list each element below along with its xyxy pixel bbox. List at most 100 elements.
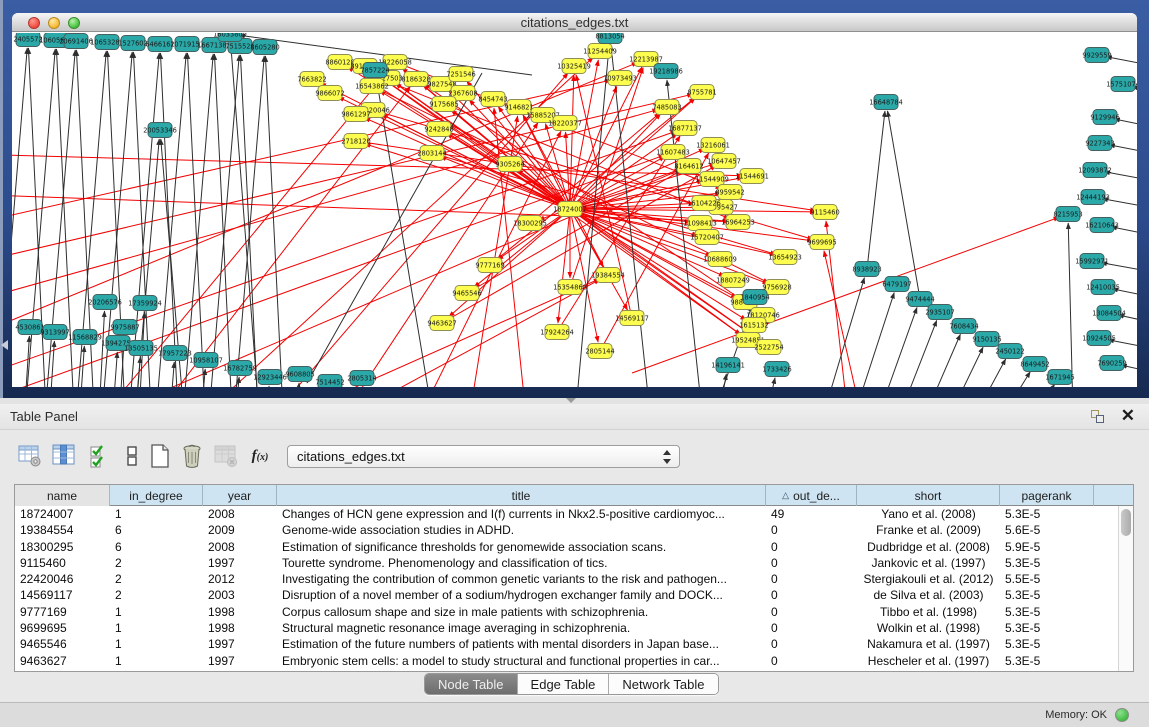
graph-node[interactable]: 17924264 <box>540 325 574 340</box>
graph-node[interactable]: 8959542 <box>715 185 744 200</box>
graph-node[interactable]: 15751074 <box>1106 77 1137 92</box>
graph-node[interactable]: 11098413 <box>683 216 717 231</box>
column-header-pagerank[interactable]: pagerank <box>1000 485 1094 506</box>
graph-node[interactable]: 9699695 <box>807 235 836 250</box>
graph-node[interactable]: 9975887 <box>110 320 139 335</box>
table-row[interactable]: 946554611997Estimation of the future num… <box>15 636 1118 652</box>
graph-node[interactable]: 15354868 <box>553 280 587 295</box>
graph-edge[interactable] <box>205 55 239 387</box>
table-selector-dropdown[interactable]: citations_edges.txt <box>287 445 680 468</box>
graph-node[interactable]: 18220377 <box>548 116 582 131</box>
graph-node[interactable]: 11607483 <box>656 145 690 160</box>
table-row[interactable]: 2242004622012Investigating the contribut… <box>15 571 1118 587</box>
graph-edge[interactable] <box>12 155 665 387</box>
graph-node[interactable]: 20053346 <box>143 123 177 138</box>
graph-edge[interactable] <box>187 53 207 387</box>
graph-node[interactable]: 19218986 <box>649 64 683 79</box>
graph-node[interactable]: 2935107 <box>925 305 954 320</box>
graph-node[interactable]: 2718120 <box>341 134 370 149</box>
graph-node[interactable]: 7514452 <box>315 375 344 388</box>
graph-edge[interactable] <box>307 73 482 383</box>
graph-node[interactable]: 8454743 <box>478 92 507 107</box>
graph-edge[interactable] <box>262 386 269 387</box>
function-builder-icon[interactable]: f(x) <box>246 442 274 470</box>
graph-node[interactable]: 9608805 <box>285 367 314 382</box>
close-panel-icon[interactable]: ✕ <box>1121 406 1135 426</box>
row-height-icon[interactable] <box>118 442 146 470</box>
table-row[interactable]: 977716911998Corpus callosum shape and si… <box>15 604 1118 620</box>
graph-node[interactable]: 8649452 <box>1020 357 1049 372</box>
graph-node[interactable]: 19384554 <box>591 268 625 283</box>
graph-edge[interactable] <box>231 43 262 387</box>
column-header-short[interactable]: short <box>857 485 1000 506</box>
table-row[interactable]: 1938455462009Genome-wide association stu… <box>15 522 1118 538</box>
graph-edge[interactable] <box>980 372 1030 387</box>
graph-node[interactable]: 8813054 <box>595 33 624 44</box>
scrollbar-thumb[interactable] <box>1121 509 1131 536</box>
graph-node[interactable]: 15720407 <box>690 230 724 245</box>
table-row[interactable]: 1872400712008Changes of HCN gene express… <box>15 506 1118 522</box>
divider-collapse-handle-icon[interactable] <box>566 398 576 403</box>
graph-node[interactable]: 8164612 <box>674 159 703 174</box>
graph-node[interactable]: 20691406 <box>59 34 93 49</box>
graph-node[interactable]: 16877137 <box>668 121 702 136</box>
table-row[interactable]: 1456911722003Disruption of a novel membe… <box>15 587 1118 603</box>
graph-edge[interactable] <box>558 209 570 323</box>
graph-node[interactable]: 2805144 <box>585 344 614 359</box>
graph-node[interactable]: 7690259 <box>1097 356 1126 371</box>
graph-node[interactable]: 16648784 <box>869 95 903 110</box>
graph-edge[interactable] <box>712 374 726 387</box>
graph-node[interactable]: 9465546 <box>452 286 481 301</box>
graph-node[interactable]: 16543862 <box>355 79 389 94</box>
graph-edge[interactable] <box>909 334 960 387</box>
graph-node[interactable]: 1733426 <box>762 362 791 377</box>
table-row[interactable]: 1830029562008Estimation of significance … <box>15 539 1118 555</box>
graph-node[interactable]: 13505135 <box>124 341 158 356</box>
graph-node[interactable]: 11568829 <box>68 330 102 345</box>
graph-edge[interactable] <box>955 359 1006 387</box>
graph-node[interactable]: 9129946 <box>1090 110 1119 125</box>
tab-network-table[interactable]: Network Table <box>609 674 717 694</box>
graph-edge[interactable] <box>167 362 174 387</box>
graph-node[interactable]: 9242848 <box>424 122 453 137</box>
column-header-year[interactable]: year <box>203 485 277 506</box>
graph-node[interactable]: 8938923 <box>852 262 881 277</box>
table-scrollbar[interactable] <box>1118 506 1133 671</box>
table-mode-icon[interactable] <box>16 442 44 470</box>
graph-node[interactable]: 18300295 <box>513 216 547 231</box>
graph-edge[interactable] <box>865 307 917 387</box>
graph-node[interactable]: 6479197 <box>882 277 911 292</box>
graph-node[interactable]: 13084504 <box>1092 306 1126 321</box>
graph-node[interactable]: 12093872 <box>1078 163 1112 178</box>
graph-node[interactable]: 9115460 <box>810 205 839 220</box>
graph-edge[interactable] <box>395 83 769 347</box>
graph-node[interactable]: 10924505 <box>1082 331 1116 346</box>
graph-node[interactable]: 16964253 <box>721 215 755 230</box>
graph-node[interactable]: 10325419 <box>557 59 591 74</box>
graph-edge[interactable] <box>110 352 117 387</box>
graph-node[interactable]: 11544691 <box>735 169 769 184</box>
graph-node[interactable]: 2805314 <box>347 371 376 386</box>
graph-node[interactable]: 9227343 <box>1085 136 1114 151</box>
tab-node-table[interactable]: Node Table <box>425 674 518 694</box>
table-row[interactable]: 969969511998Structural magnetic resonanc… <box>15 620 1118 636</box>
delete-column-icon[interactable] <box>178 442 206 470</box>
graph-node[interactable]: 1840954 <box>740 290 769 305</box>
new-column-icon[interactable] <box>146 442 174 470</box>
graph-node[interactable]: 9463627 <box>427 316 456 331</box>
graph-node[interactable]: 10958107 <box>189 353 223 368</box>
graph-node[interactable]: 16782759 <box>223 361 257 376</box>
graph-node[interactable]: 2450122 <box>995 344 1024 359</box>
graph-node[interactable]: 9313997 <box>40 325 69 340</box>
column-header-title[interactable]: title <box>277 485 766 506</box>
graph-edge[interactable] <box>365 144 570 209</box>
graph-node[interactable]: 12923446 <box>253 370 287 385</box>
graph-node[interactable]: 1527602 <box>118 36 147 51</box>
graph-node[interactable]: 7485083 <box>652 100 681 115</box>
graph-node[interactable]: 9929559 <box>1082 48 1111 63</box>
select-rows-icon[interactable] <box>86 442 114 470</box>
table-row[interactable]: 911546021997Tourette syndrome. Phenomeno… <box>15 555 1118 571</box>
table-row[interactable]: 946362711997Embryonic stem cells: a mode… <box>15 653 1118 669</box>
graph-edge[interactable] <box>885 320 937 387</box>
graph-node[interactable]: 9474444 <box>905 292 934 307</box>
